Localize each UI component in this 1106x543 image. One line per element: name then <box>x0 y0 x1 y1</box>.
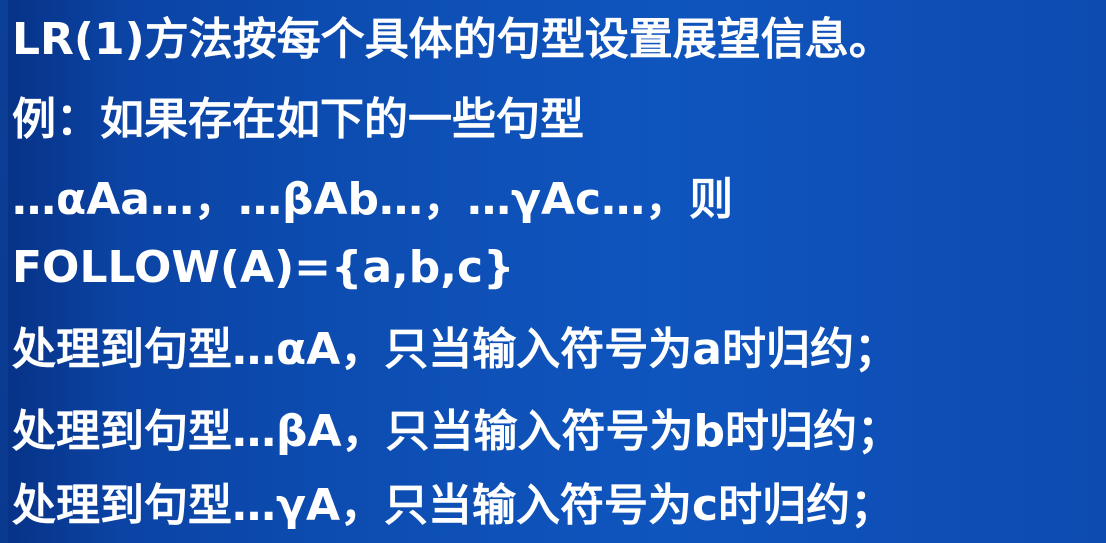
text-line-reduce-a: 处理到句型…αA，只当输入符号为a时归约； <box>12 324 898 375</box>
left-accent-bar <box>0 0 8 543</box>
text-line-example: 例：如果存在如下的一些句型 <box>12 94 584 145</box>
text-line-follow-set: FOLLOW(A)={a,b,c} <box>12 242 515 293</box>
text-line-sentential-forms: …αAa…，…βAb…，…γAc…，则 <box>12 174 734 225</box>
text-line-reduce-b: 处理到句型…βA，只当输入符号为b时归约； <box>12 406 902 457</box>
slide: LR(1)方法按每个具体的句型设置展望信息。 例：如果存在如下的一些句型 …αA… <box>0 0 1106 543</box>
text-line-intro: LR(1)方法按每个具体的句型设置展望信息。 <box>12 14 893 65</box>
text-line-reduce-c: 处理到句型…γA，只当输入符号为c时归约； <box>12 480 895 531</box>
